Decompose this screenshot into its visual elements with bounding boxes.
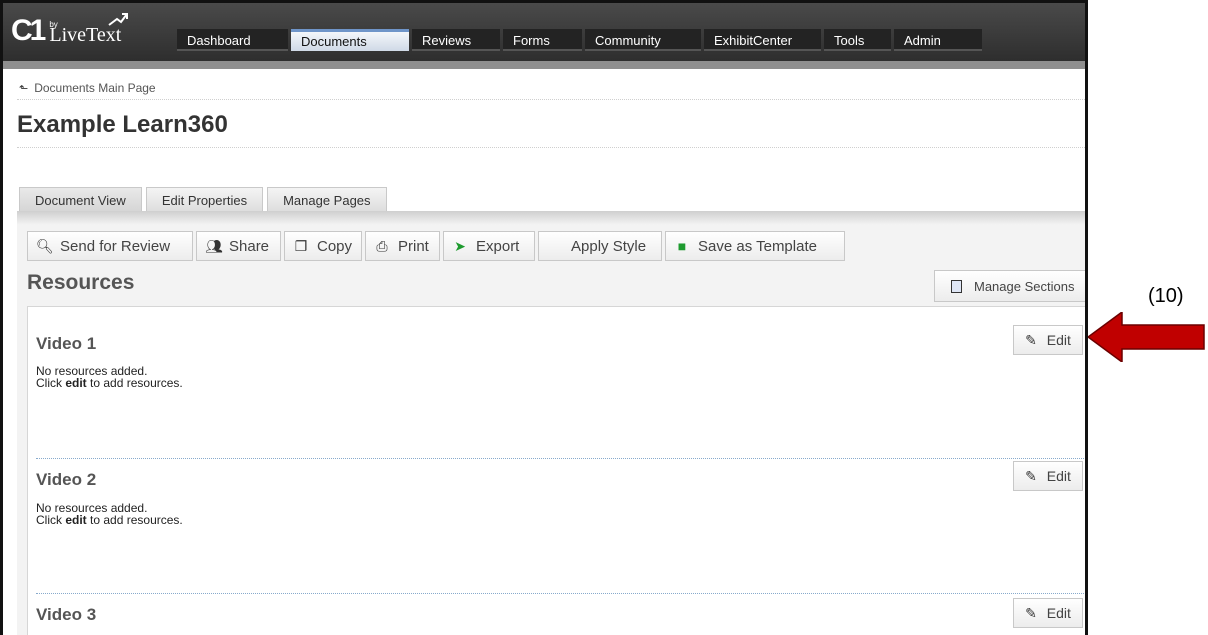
tab-manage-pages[interactable]: Manage Pages (267, 187, 387, 213)
pencil-icon: ✎ (1025, 604, 1037, 621)
nav-tab-admin[interactable]: Admin (894, 29, 982, 51)
section-hint: Click edit to add resources. (36, 513, 183, 527)
people-icon: 👥︎ (205, 237, 223, 254)
save-icon: ■ (677, 238, 687, 254)
section-hint: Click edit to add resources. (36, 376, 183, 390)
document-toolbar: 🔍︎ Send for Review 👥︎ Share ❐ Copy ⎙ Pri… (27, 231, 845, 261)
main-nav: Dashboard Documents Reviews Forms Commun… (177, 29, 982, 51)
tab-document-view[interactable]: Document View (19, 187, 142, 213)
share-button[interactable]: 👥︎ Share (196, 231, 281, 261)
nav-tab-reviews[interactable]: Reviews (412, 29, 500, 51)
export-icon: ➤ (454, 237, 466, 254)
section-divider (36, 458, 1085, 459)
print-button[interactable]: ⎙ Print (365, 231, 440, 261)
document-icon (951, 279, 962, 293)
tab-edit-properties[interactable]: Edit Properties (145, 187, 264, 213)
nav-tab-dashboard[interactable]: Dashboard (177, 29, 288, 51)
apply-style-button[interactable]: Apply Style (538, 231, 662, 261)
top-navigation-bar: C1 by LiveText Dashboard Documents Revie… (3, 3, 1085, 61)
logo-mark: C1 (11, 14, 46, 47)
section-title: Video 3 (36, 605, 97, 624)
section-title: Video 2 (36, 470, 97, 489)
app-window: C1 by LiveText Dashboard Documents Revie… (0, 0, 1088, 635)
nav-tab-forms[interactable]: Forms (503, 29, 582, 51)
review-icon: 🔍︎ (36, 237, 54, 254)
annotation-label: (10) (1148, 285, 1184, 307)
divider (17, 147, 1085, 148)
printer-icon: ⎙ (376, 237, 388, 254)
logo-swoosh-icon (108, 13, 129, 26)
section-title: Video 1 (36, 334, 97, 353)
export-button[interactable]: ➤ Export (443, 231, 535, 261)
page-title: Example Learn360 (17, 111, 228, 138)
logo-name: LiveText (49, 24, 122, 46)
copy-button[interactable]: ❐ Copy (284, 231, 362, 261)
resources-panel: Video 1 No resources added. Click edit t… (27, 306, 1085, 635)
breadcrumb-label[interactable]: Documents Main Page (34, 81, 155, 95)
nav-tab-community[interactable]: Community (585, 29, 701, 51)
nav-underline (3, 61, 1085, 69)
edit-button[interactable]: ✎ Edit (1013, 325, 1083, 355)
resources-heading: Resources (27, 271, 135, 294)
nav-tab-exhibitcenter[interactable]: ExhibitCenter (704, 29, 821, 51)
edit-button[interactable]: ✎ Edit (1013, 598, 1083, 628)
tab-bar (17, 211, 1085, 225)
logo-by: by (49, 20, 58, 29)
edit-button[interactable]: ✎ Edit (1013, 461, 1083, 491)
section-divider (36, 593, 1085, 594)
copy-icon: ❐ (294, 237, 308, 254)
manage-sections-button[interactable]: Manage Sections (934, 270, 1085, 302)
save-as-template-button[interactable]: ■ Save as Template (665, 231, 845, 261)
red-arrow-icon (1088, 312, 1205, 362)
nav-tab-documents[interactable]: Documents (291, 29, 409, 51)
send-for-review-button[interactable]: 🔍︎ Send for Review (27, 231, 193, 261)
back-arrow-icon[interactable]: ⬑ (19, 82, 28, 95)
pencil-icon: ✎ (1025, 467, 1037, 484)
nav-tab-tools[interactable]: Tools (824, 29, 891, 51)
document-tabs: Document View Edit Properties Manage Pag… (19, 187, 387, 213)
livetext-logo[interactable]: C1 by LiveText (11, 13, 129, 47)
breadcrumb[interactable]: ⬑ Documents Main Page (19, 81, 156, 95)
pencil-icon: ✎ (1025, 331, 1037, 348)
divider (17, 99, 1085, 100)
